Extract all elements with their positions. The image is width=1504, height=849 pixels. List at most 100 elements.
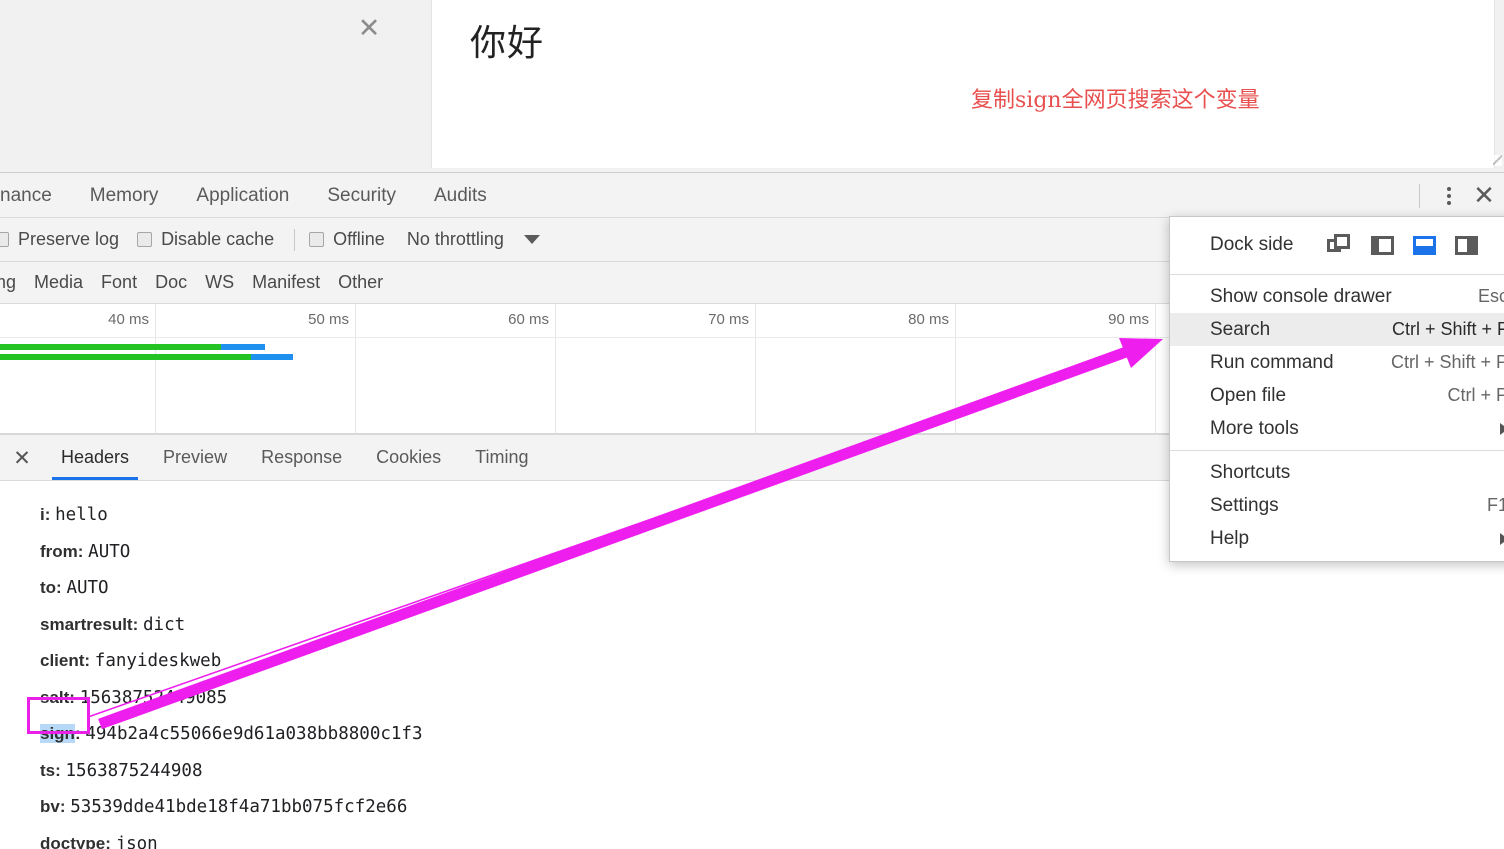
- form-data-row[interactable]: doctype: json: [40, 826, 1504, 849]
- red-annotation-text: 复制sign全网页搜索这个变量: [971, 88, 1260, 113]
- dock-to-bottom-icon[interactable]: [1411, 234, 1437, 256]
- timeline-tick-label: 70 ms: [708, 311, 749, 328]
- devtools-tab-memory[interactable]: Memory: [71, 173, 178, 218]
- form-data-colon: :: [74, 724, 86, 743]
- form-data-row[interactable]: client: fanyideskweb: [40, 643, 1504, 680]
- timeline-gridline: [355, 304, 356, 434]
- disable-cache-label: Disable cache: [161, 229, 275, 249]
- offline-checkbox[interactable]: Offline: [309, 229, 385, 250]
- waterfall-bar-row[interactable]: [0, 354, 1200, 360]
- form-data-key: to: [40, 578, 57, 597]
- form-data-colon: :: [59, 797, 71, 816]
- filter-type-ws[interactable]: WS: [205, 272, 234, 293]
- devtools-tab-audits[interactable]: Audits: [415, 173, 506, 218]
- devtools-tabbar: nance Memory Application Security Audits ✕: [0, 173, 1504, 218]
- dock-side-label: Dock side: [1210, 234, 1294, 255]
- form-data-key: bv: [40, 797, 60, 816]
- form-data-colon: :: [105, 833, 116, 849]
- menu-item-label: Run command: [1210, 351, 1334, 373]
- form-data-value: json: [115, 833, 158, 849]
- timeline-gridline: [1155, 304, 1156, 434]
- preserve-log-checkbox[interactable]: Preserve log: [0, 229, 119, 250]
- waterfall-bar-row[interactable]: [0, 344, 1200, 350]
- menu-item-shortcuts[interactable]: Shortcuts: [1170, 456, 1504, 489]
- dock-side-icon-group: [1327, 234, 1479, 256]
- filter-type-other[interactable]: Other: [338, 272, 383, 293]
- menu-item-search[interactable]: Search Ctrl + Shift + F: [1170, 313, 1504, 346]
- menu-item-shortcut: Esc: [1477, 286, 1504, 306]
- form-data-value: 53539dde41bde18f4a71bb075fcf2e66: [70, 797, 408, 817]
- browser-page-area: ✕ 你好 复制sign全网页搜索这个变量: [0, 0, 1504, 172]
- timeline-tick-label: 80 ms: [908, 311, 949, 328]
- form-data-row[interactable]: to: AUTO: [40, 570, 1504, 607]
- devtools-right-controls: ✕: [1415, 173, 1504, 218]
- timeline-tick-label: 60 ms: [508, 311, 549, 328]
- close-icon[interactable]: ✕: [0, 446, 44, 470]
- menu-item-shortcut: F1: [1486, 495, 1504, 515]
- menu-item-label: Settings: [1210, 494, 1279, 516]
- form-data-value: hello: [55, 505, 108, 525]
- menu-item-label: More tools: [1210, 417, 1299, 439]
- form-data-value: 15638752449085: [79, 687, 228, 708]
- form-data-key: ts: [40, 760, 56, 780]
- screenshot-root: ✕ 你好 复制sign全网页搜索这个变量 nance Memory Applicat…: [0, 0, 1504, 849]
- chevron-down-icon[interactable]: [523, 235, 540, 244]
- close-icon[interactable]: ✕: [1464, 180, 1504, 212]
- form-data-colon: :: [84, 651, 95, 670]
- form-data-key: from: [40, 541, 78, 561]
- filter-type-img[interactable]: Img: [0, 272, 16, 293]
- form-data-colon: :: [56, 578, 67, 597]
- menu-item-shortcut: Ctrl + Shift + F: [1391, 319, 1504, 339]
- menu-item-show-console-drawer[interactable]: Show console drawer Esc: [1170, 280, 1504, 313]
- toolbar-divider: [1419, 183, 1420, 208]
- waterfall-bar-green: [0, 354, 251, 360]
- disable-cache-checkbox[interactable]: Disable cache: [137, 229, 274, 250]
- timeline-gridline: [955, 304, 956, 434]
- more-vertical-icon[interactable]: [1434, 181, 1464, 211]
- form-data-row[interactable]: salt: 15638752449085: [40, 680, 1504, 717]
- timeline-gridline: [755, 304, 756, 434]
- menu-item-more-tools[interactable]: More tools: [1170, 412, 1504, 445]
- menu-item-settings[interactable]: Settings F1: [1170, 489, 1504, 522]
- form-data-row[interactable]: bv: 53539dde41bde18f4a71bb075fcf2e66: [40, 789, 1504, 826]
- filter-type-doc[interactable]: Doc: [155, 272, 187, 293]
- detail-tab-preview[interactable]: Preview: [146, 435, 244, 480]
- undock-into-separate-window-icon[interactable]: [1327, 234, 1353, 256]
- preserve-log-label: Preserve log: [18, 229, 120, 249]
- devtools-tab-list: nance Memory Application Security Audits: [0, 173, 1504, 218]
- form-data-row[interactable]: ts: 1563875244908: [40, 753, 1504, 790]
- filter-type-list: Img Media Font Doc WS Manifest Other: [0, 272, 401, 293]
- form-data-value: AUTO: [88, 541, 131, 562]
- detail-tab-response[interactable]: Response: [244, 435, 359, 480]
- timeline-tick-label: 50 ms: [308, 311, 349, 328]
- checkbox-icon: [309, 232, 325, 247]
- menu-divider: [1170, 274, 1504, 275]
- close-icon[interactable]: ✕: [355, 15, 383, 43]
- filter-type-manifest[interactable]: Manifest: [252, 272, 320, 293]
- devtools-tab-security[interactable]: Security: [308, 173, 415, 218]
- form-data-row[interactable]: sign: 494b2a4c55066e9d61a038bb8800c1f3: [40, 716, 1504, 753]
- menu-item-help[interactable]: Help: [1170, 522, 1504, 555]
- menu-item-open-file[interactable]: Open file Ctrl + P: [1170, 379, 1504, 412]
- throttling-select-value[interactable]: No throttling: [407, 229, 504, 250]
- devtools-tab-nance[interactable]: nance: [0, 173, 71, 218]
- menu-item-run-command[interactable]: Run command Ctrl + Shift + P: [1170, 346, 1504, 379]
- detail-tab-headers[interactable]: Headers: [44, 435, 146, 480]
- form-data-value: fanyideskweb: [94, 651, 222, 671]
- devtools-tab-application[interactable]: Application: [177, 173, 308, 218]
- form-data-colon: :: [69, 687, 80, 707]
- filter-type-font[interactable]: Font: [101, 272, 137, 293]
- timeline-gridline: [155, 304, 156, 434]
- timeline-tick-label: 90 ms: [1108, 311, 1149, 328]
- detail-tab-cookies[interactable]: Cookies: [359, 435, 458, 480]
- detail-tab-timing[interactable]: Timing: [458, 435, 545, 480]
- menu-item-label: Open file: [1210, 384, 1287, 406]
- detail-tab-list: Headers Preview Response Cookies Timing: [44, 435, 546, 480]
- menu-item-label: Shortcuts: [1210, 461, 1291, 483]
- form-data-row[interactable]: smartresult: dict: [40, 607, 1504, 644]
- dock-to-left-icon[interactable]: [1369, 234, 1395, 256]
- menu-group-help: Shortcuts Settings F1 Help: [1170, 456, 1504, 555]
- form-data-value: dict: [143, 614, 186, 635]
- filter-type-media[interactable]: Media: [34, 272, 83, 293]
- dock-to-right-icon[interactable]: [1453, 234, 1479, 256]
